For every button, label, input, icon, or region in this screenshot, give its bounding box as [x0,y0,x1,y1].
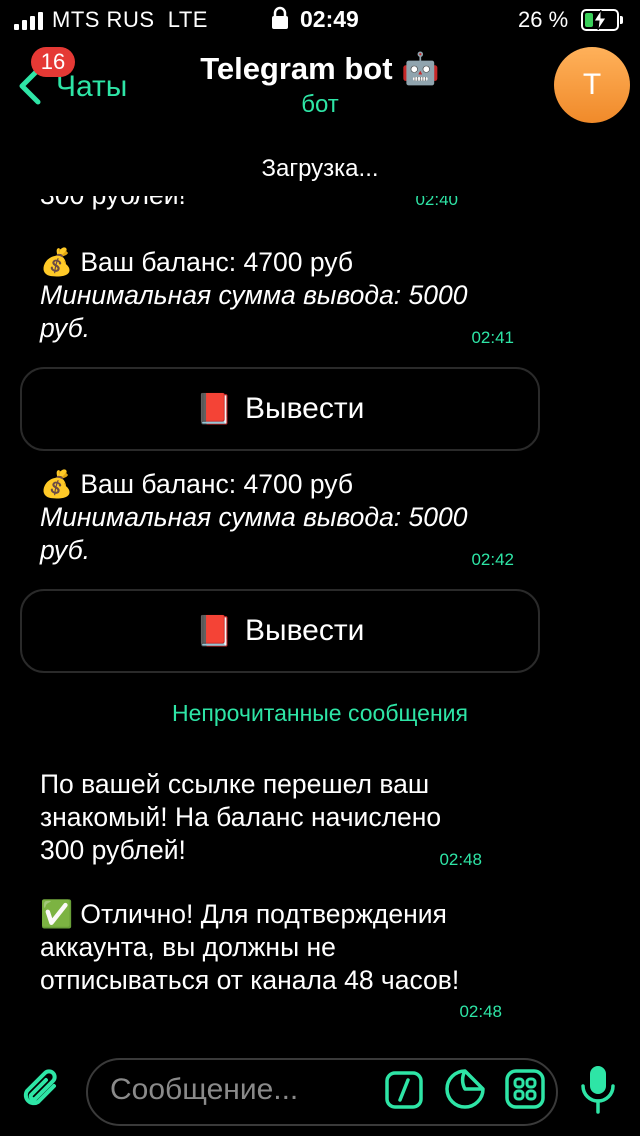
check-mark-icon: ✅ [40,899,73,929]
unread-messages-divider: Непрочитанные сообщения [172,700,468,726]
battery-percent: 26 % [518,7,569,32]
carrier-name: MTS RUS LTE [52,7,208,32]
sticker-icon[interactable] [444,1068,486,1115]
min-withdraw-text: Минимальная сумма вывода: 5000 руб. [40,280,468,343]
balance-text: Ваш баланс: 4700 руб [80,469,354,499]
balance-message: 💰 Ваш баланс: 4700 руб Минимальная сумма… [20,246,540,347]
message-partial: 300 рублей! 02:40 [20,196,540,210]
commands-slash-icon[interactable] [384,1070,424,1115]
chat-title[interactable]: Telegram bot 🤖 [150,50,490,87]
clock: 02:49 [300,6,359,32]
confirmation-message: ✅ Отлично! Для подтверждения аккаунта, в… [40,899,502,1021]
loading-indicator: Загрузка... [261,155,379,182]
bot-menu-keyboard-icon[interactable] [504,1068,546,1115]
message-time: 02:42 [471,550,514,569]
avatar[interactable]: T [554,47,630,123]
robot-emoji-icon: 🤖 [401,51,440,86]
withdraw-button[interactable]: 📕 Вывести [20,589,540,673]
balance-message: 💰 Ваш баланс: 4700 руб Минимальная сумма… [20,468,540,569]
attach-icon[interactable] [20,1066,64,1119]
withdraw-button-label: Вывести [245,392,365,425]
message-time: 02:48 [459,1002,502,1021]
money-bag-icon: 💰 [40,247,73,277]
withdraw-button-label: Вывести [245,614,365,647]
battery-icon [581,9,623,31]
message-time: 02:41 [471,328,514,347]
status-bar: MTS RUS LTE 02:49 26 % [0,0,640,40]
orientation-lock-icon [270,6,290,36]
signal-strength-icon [14,12,43,30]
red-book-icon: 📕 [195,614,233,648]
message-time: 02:48 [439,850,482,869]
min-withdraw-text: Минимальная сумма вывода: 5000 руб. [40,502,468,565]
message-input-placeholder: Сообщение... [110,1073,299,1106]
balance-text: Ваш баланс: 4700 руб [80,247,354,277]
microphone-icon[interactable] [578,1064,618,1121]
referral-message: По вашей ссылке перешел ваш знакомый! На… [40,769,482,869]
chat-subtitle: бот [301,91,339,118]
withdraw-button[interactable]: 📕 Вывести [20,367,540,451]
red-book-icon: 📕 [195,392,233,426]
message-time: 02:40 [415,196,458,209]
unread-count-badge: 16 [31,47,75,77]
money-bag-icon: 💰 [40,469,73,499]
